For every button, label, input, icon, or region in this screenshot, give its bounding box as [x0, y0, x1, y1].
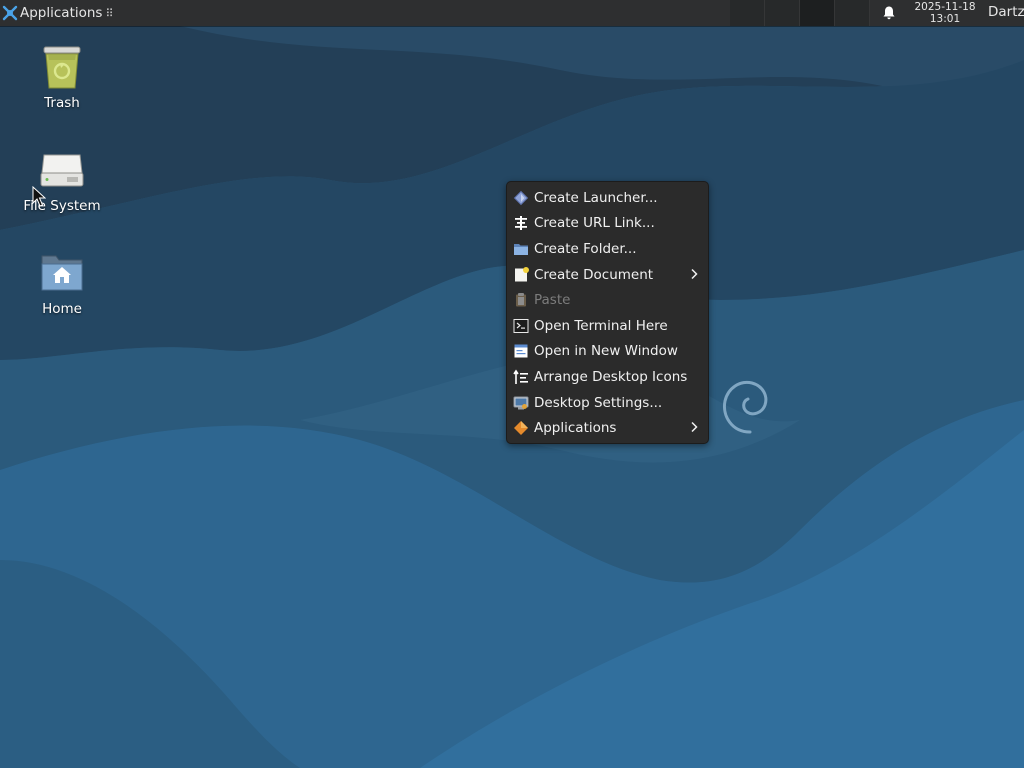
new-window-icon: [514, 344, 528, 358]
workspace-2[interactable]: [765, 0, 800, 26]
desktop-icon-label: Home: [42, 301, 82, 317]
workspace-3[interactable]: [800, 0, 835, 26]
applications-icon: [514, 421, 528, 436]
menu-item-create-folder[interactable]: Create Folder...: [507, 236, 708, 262]
launcher-icon: [513, 190, 529, 206]
menu-item-label: Arrange Desktop Icons: [534, 368, 688, 385]
url-link-icon: [515, 216, 527, 231]
xfce-logo-icon: [2, 5, 18, 21]
mouse-cursor-icon: [32, 186, 46, 207]
panel-handle-icon[interactable]: ⠿: [105, 7, 113, 20]
menu-item-label: Applications: [534, 420, 617, 437]
menu-item-create-launcher[interactable]: Create Launcher...: [507, 185, 708, 211]
arrange-icon: [513, 369, 528, 384]
top-panel: Applications ⠿ 2025-11-18 13:01 Dartz: [0, 0, 1024, 26]
menu-item-open-terminal-here[interactable]: Open Terminal Here: [507, 313, 708, 339]
chevron-right-icon: [691, 422, 698, 433]
folder-icon: [514, 243, 528, 255]
settings-icon: [513, 396, 529, 410]
paste-icon: [516, 293, 526, 307]
home-folder-icon: [41, 255, 83, 291]
clock-time: 13:01: [929, 13, 961, 25]
desktop-icon-label: File System: [23, 198, 101, 214]
user-menu[interactable]: Dartz: [988, 0, 1024, 26]
desktop-icon-home[interactable]: Home: [10, 250, 114, 317]
menu-item-label: Create URL Link...: [534, 215, 655, 232]
desktop-icon-file-system[interactable]: File System: [10, 147, 114, 214]
document-icon: [515, 266, 529, 282]
desktop-context-menu: Create Launcher... Create URL Link... Cr…: [506, 181, 709, 444]
desktop-icon-trash[interactable]: Trash: [10, 44, 114, 111]
menu-item-label: Paste: [534, 292, 571, 309]
applications-label: Applications: [20, 5, 103, 21]
clock[interactable]: 2025-11-18 13:01: [907, 1, 983, 25]
menu-item-label: Open in New Window: [534, 343, 678, 360]
menu-item-open-in-new-window[interactable]: Open in New Window: [507, 339, 708, 365]
menu-item-desktop-settings[interactable]: Desktop Settings...: [507, 390, 708, 416]
menu-item-label: Create Document: [534, 266, 654, 283]
terminal-icon: [513, 318, 529, 333]
menu-item-label: Create Launcher...: [534, 189, 658, 206]
workspace-4[interactable]: [835, 0, 870, 26]
menu-item-label: Open Terminal Here: [534, 317, 668, 334]
bell-icon[interactable]: [881, 5, 897, 21]
menu-item-label: Create Folder...: [534, 240, 637, 257]
workspace-switcher: [730, 0, 870, 26]
menu-item-label: Desktop Settings...: [534, 394, 663, 411]
workspace-1[interactable]: [730, 0, 765, 26]
menu-item-create-url-link[interactable]: Create URL Link...: [507, 211, 708, 237]
clock-date: 2025-11-18: [914, 1, 976, 13]
chevron-right-icon: [691, 268, 698, 279]
menu-item-applications[interactable]: Applications: [507, 415, 708, 441]
trash-icon: [43, 46, 81, 89]
desktop-icon-label: Trash: [44, 95, 80, 111]
menu-item-create-document[interactable]: Create Document: [507, 262, 708, 288]
menu-item-paste[interactable]: Paste: [507, 287, 708, 313]
applications-menu-button[interactable]: Applications ⠿: [0, 0, 118, 26]
menu-item-arrange-desktop-icons[interactable]: Arrange Desktop Icons: [507, 364, 708, 390]
